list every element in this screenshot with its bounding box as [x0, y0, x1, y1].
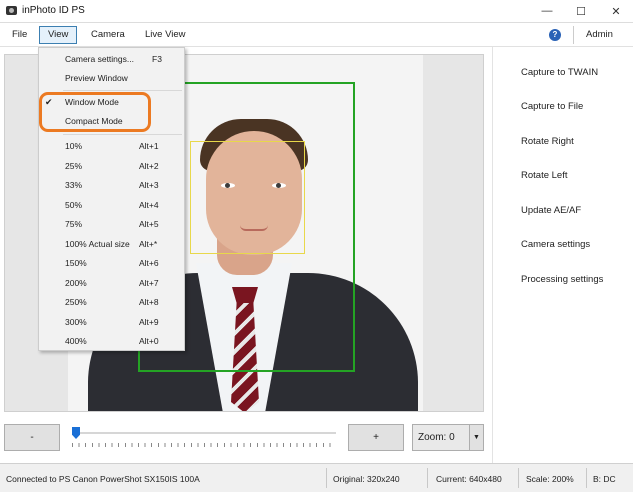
- processing-settings-button[interactable]: Processing settings: [521, 274, 603, 285]
- menu-item-shortcut: Alt+8: [139, 297, 159, 307]
- menu-item-label: 33%: [65, 180, 83, 190]
- b-status: B: DC: [593, 474, 616, 484]
- menu-item-zoom[interactable]: 25% Alt+2: [39, 157, 184, 176]
- menu-item-zoom[interactable]: 75% Alt+5: [39, 215, 184, 234]
- menu-item-zoom[interactable]: 100% Actual size Alt+*: [39, 235, 184, 254]
- admin-menu[interactable]: Admin: [582, 26, 617, 44]
- menu-item-label: 75%: [65, 219, 83, 229]
- menu-item-label: 200%: [65, 277, 87, 288]
- menu-file[interactable]: File: [8, 26, 31, 44]
- menu-item-zoom[interactable]: 200% Alt+7: [39, 274, 184, 293]
- zoom-in-button[interactable]: +: [348, 424, 404, 451]
- menu-item-shortcut: Alt+6: [139, 258, 159, 268]
- status-bar: Connected to PS Canon PowerShot SX150IS …: [0, 463, 633, 492]
- title-bar: inPhoto ID PS — ☐ ✕: [0, 0, 633, 23]
- menu-item-shortcut: Alt+4: [139, 199, 159, 210]
- camera-app-icon: [6, 6, 17, 15]
- zoom-out-button[interactable]: -: [4, 424, 60, 451]
- menu-item-shortcut: Alt+1: [139, 141, 159, 151]
- maximize-button[interactable]: ☐: [564, 0, 598, 22]
- zoom-slider-track[interactable]: [72, 432, 336, 434]
- menu-item-zoom[interactable]: 400% Alt+0: [39, 332, 184, 351]
- minimize-button[interactable]: —: [530, 0, 564, 22]
- menu-item-label: Preview Window: [65, 73, 128, 83]
- menu-item-shortcut: Alt+*: [139, 238, 158, 249]
- menu-item-zoom[interactable]: 33% Alt+3: [39, 176, 184, 195]
- status-divider: [586, 468, 587, 488]
- menu-item-label: 10%: [65, 141, 83, 151]
- menu-item-label: 150%: [65, 258, 87, 268]
- scale-status: Scale: 200%: [526, 474, 574, 484]
- current-resolution: Current: 640x480: [436, 474, 502, 484]
- menu-item-label: 250%: [65, 297, 87, 307]
- zoom-slider-ticks: [72, 443, 336, 447]
- menu-item-shortcut: Alt+9: [139, 316, 159, 327]
- menu-item-label: 100% Actual size: [65, 238, 130, 249]
- status-divider: [326, 468, 327, 488]
- menu-bar: File View Camera Live View ? Admin: [0, 23, 633, 47]
- status-divider: [427, 468, 428, 488]
- mode-highlight-annotation: [39, 92, 151, 132]
- menu-camera[interactable]: Camera: [87, 26, 129, 44]
- menu-item-label: 25%: [65, 160, 83, 171]
- update-ae-af-button[interactable]: Update AE/AF: [521, 205, 581, 216]
- menu-item-zoom[interactable]: 150% Alt+6: [39, 254, 184, 273]
- menu-item-label: 50%: [65, 199, 83, 210]
- capture-to-file-button[interactable]: Capture to File: [521, 101, 583, 112]
- window-title: inPhoto ID PS: [22, 5, 85, 16]
- zoom-slider-thumb[interactable]: [72, 427, 80, 439]
- connection-status: Connected to PS Canon PowerShot SX150IS …: [6, 474, 200, 484]
- menu-item-shortcut: Alt+3: [139, 180, 159, 190]
- menu-separator: [63, 90, 182, 91]
- menu-item-label: 300%: [65, 316, 87, 327]
- menu-view[interactable]: View: [39, 26, 77, 44]
- eye-detection-frame: [190, 141, 305, 254]
- menu-item-shortcut: F3: [152, 54, 162, 64]
- menu-item-preview-window[interactable]: Preview Window: [39, 69, 184, 88]
- original-resolution: Original: 320x240: [333, 474, 400, 484]
- menu-item-label: 400%: [65, 336, 87, 346]
- menu-item-zoom[interactable]: 250% Alt+8: [39, 293, 184, 312]
- camera-settings-button[interactable]: Camera settings: [521, 239, 590, 250]
- menu-live-view[interactable]: Live View: [141, 26, 190, 44]
- menu-item-shortcut: Alt+2: [139, 160, 159, 171]
- menu-item-shortcut: Alt+7: [139, 277, 159, 288]
- capture-to-twain-button[interactable]: Capture to TWAIN: [521, 67, 598, 78]
- menu-divider: [573, 26, 574, 44]
- menu-item-zoom[interactable]: 300% Alt+9: [39, 313, 184, 332]
- help-icon[interactable]: ?: [549, 29, 561, 41]
- menu-separator: [63, 134, 182, 135]
- rotate-left-button[interactable]: Rotate Left: [521, 170, 567, 181]
- menu-item-zoom[interactable]: 50% Alt+4: [39, 196, 184, 215]
- close-button[interactable]: ✕: [599, 0, 633, 22]
- panel-divider: [492, 47, 493, 463]
- menu-item-shortcut: Alt+0: [139, 336, 159, 346]
- chevron-down-icon[interactable]: ▼: [469, 424, 484, 451]
- menu-item-camera-settings[interactable]: Camera settings... F3: [39, 50, 184, 69]
- status-divider: [518, 468, 519, 488]
- menu-item-shortcut: Alt+5: [139, 219, 159, 229]
- menu-item-zoom[interactable]: 10% Alt+1: [39, 137, 184, 156]
- rotate-right-button[interactable]: Rotate Right: [521, 136, 574, 147]
- zoom-select[interactable]: Zoom: 0: [412, 424, 470, 451]
- menu-item-label: Camera settings...: [65, 54, 134, 64]
